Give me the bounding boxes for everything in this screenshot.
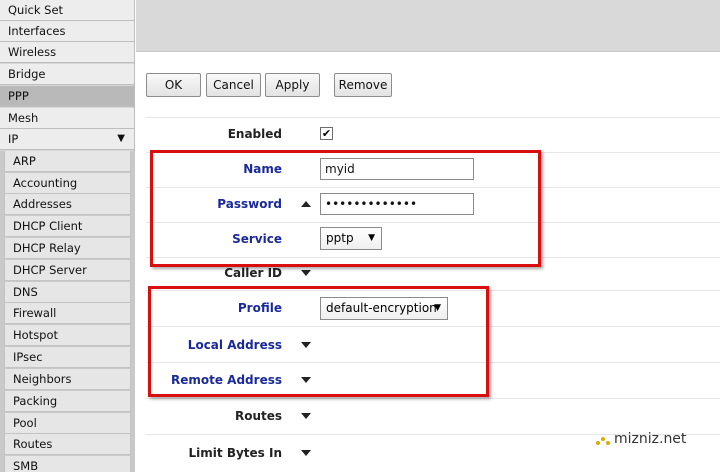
highlight-box-credentials	[150, 150, 541, 267]
enabled-checkbox[interactable]: ✔	[320, 127, 333, 140]
submenu-item-firewall[interactable]: Firewall	[4, 303, 131, 324]
submenu-item-label: Firewall	[13, 306, 57, 320]
submenu-item-label: DHCP Server	[13, 263, 87, 277]
enabled-label: Enabled	[227, 127, 282, 141]
expand-arrow-icon[interactable]	[301, 413, 311, 419]
top-bar	[136, 0, 720, 52]
cancel-button[interactable]: Cancel	[206, 73, 261, 97]
sidebar-item-label: PPP	[8, 89, 29, 103]
submenu-item-hotspot[interactable]: Hotspot	[4, 325, 131, 346]
submenu-item-dhcp-server[interactable]: DHCP Server	[4, 260, 131, 281]
submenu-item-label: Pool	[13, 416, 37, 430]
sidebar-item-wireless[interactable]: Wireless	[0, 42, 135, 63]
watermark-text: mizniz.net	[614, 431, 687, 447]
sidebar-item-label: Quick Set	[8, 3, 64, 17]
submenu-item-dhcp-client[interactable]: DHCP Client	[4, 216, 131, 237]
submenu-item-packing[interactable]: Packing	[4, 391, 131, 412]
sidebar-item-ppp[interactable]: PPP	[0, 86, 135, 107]
sidebar-item-label: Mesh	[8, 111, 39, 125]
submenu-item-smb[interactable]: SMB	[4, 456, 131, 472]
submenu-item-label: Routes	[13, 437, 53, 451]
chevron-down-icon: ▼	[117, 133, 125, 144]
watermark-logo-icon	[596, 437, 610, 445]
sidebar-item-label: IP	[8, 132, 19, 146]
submenu-item-label: Neighbors	[13, 372, 72, 386]
expand-arrow-icon[interactable]	[301, 450, 311, 456]
apply-button[interactable]: Apply	[265, 73, 320, 97]
submenu-item-label: IPsec	[13, 350, 43, 364]
submenu-item-label: Accounting	[13, 176, 78, 190]
sidebar-item-ip[interactable]: IP ▼	[0, 129, 135, 150]
sidebar-item-interfaces[interactable]: Interfaces	[0, 21, 135, 42]
submenu-item-neighbors[interactable]: Neighbors	[4, 369, 131, 390]
sidebar-item-label: Bridge	[8, 67, 46, 81]
sidebar-item-label: Wireless	[8, 45, 57, 59]
routes-label: Routes	[234, 409, 282, 423]
submenu-item-label: SMB	[13, 459, 39, 472]
ip-submenu: ARP Accounting Addresses DHCP Client DHC…	[0, 151, 135, 472]
ok-button[interactable]: OK	[146, 73, 201, 97]
sidebar-item-bridge[interactable]: Bridge	[0, 64, 135, 85]
expand-arrow-icon[interactable]	[301, 270, 311, 276]
submenu-item-label: DNS	[13, 285, 38, 299]
submenu-item-accounting[interactable]: Accounting	[4, 173, 131, 194]
row-divider	[146, 398, 720, 399]
row-divider	[146, 117, 720, 118]
submenu-item-dns[interactable]: DNS	[4, 282, 131, 303]
submenu-item-label: DHCP Client	[13, 219, 83, 233]
submenu-item-label: ARP	[13, 154, 36, 168]
submenu-item-ipsec[interactable]: IPsec	[4, 347, 131, 368]
watermark: mizniz.net	[594, 431, 694, 451]
sidebar-item-quick-set[interactable]: Quick Set	[0, 0, 135, 21]
remove-button[interactable]: Remove	[334, 73, 392, 97]
caller-id-label: Caller ID	[224, 266, 282, 280]
submenu-item-routes[interactable]: Routes	[4, 434, 131, 455]
submenu-item-label: DHCP Relay	[13, 241, 81, 255]
sidebar-item-label: Interfaces	[8, 24, 66, 38]
limit-bytes-in-label: Limit Bytes In	[188, 446, 282, 460]
submenu-item-pool[interactable]: Pool	[4, 413, 131, 434]
submenu-item-label: Packing	[13, 394, 58, 408]
submenu-item-arp[interactable]: ARP	[4, 151, 131, 172]
submenu-item-addresses[interactable]: Addresses	[4, 194, 131, 215]
submenu-item-dhcp-relay[interactable]: DHCP Relay	[4, 238, 131, 259]
submenu-item-label: Hotspot	[13, 328, 59, 342]
sidebar-item-mesh[interactable]: Mesh	[0, 108, 135, 129]
sidebar: Quick Set Interfaces Wireless Bridge PPP…	[0, 0, 135, 472]
submenu-item-label: Addresses	[13, 197, 72, 211]
highlight-box-addresses	[148, 286, 489, 397]
